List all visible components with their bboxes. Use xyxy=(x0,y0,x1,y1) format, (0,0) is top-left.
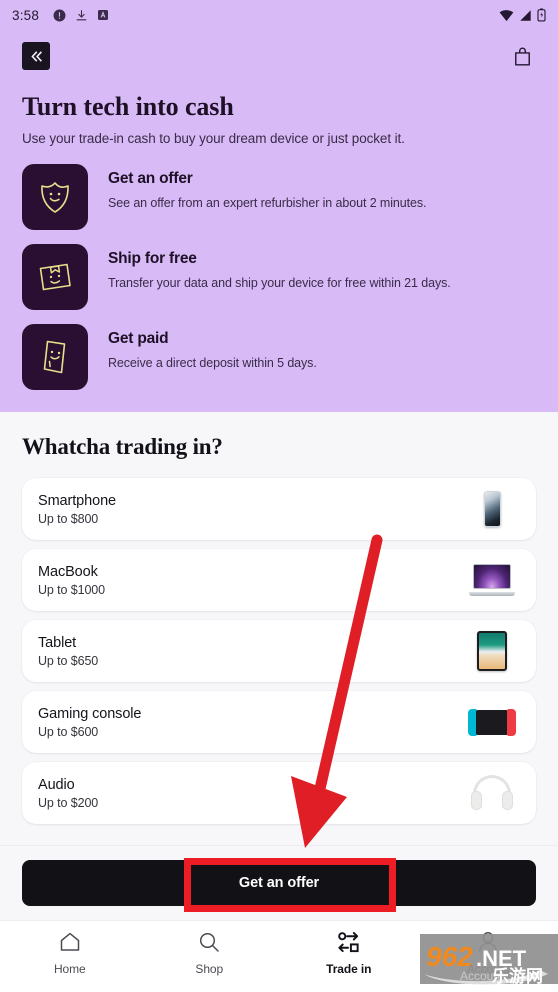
nav-label: Account xyxy=(466,962,510,976)
download-icon xyxy=(75,9,88,22)
feature-list: Get an offer See an offer from an expert… xyxy=(22,164,536,390)
item-price: Up to $1000 xyxy=(38,582,106,597)
item-name: Gaming console xyxy=(38,705,142,722)
double-chevron-left-icon xyxy=(30,50,42,62)
feature-title: Get paid xyxy=(108,330,169,347)
trade-in-item-tablet[interactable]: Tablet Up to $650 xyxy=(22,620,536,682)
status-bar-system-icons xyxy=(499,8,546,22)
feature-row: Get an offer See an offer from an expert… xyxy=(22,164,536,230)
info-icon xyxy=(53,9,66,22)
item-text: Tablet Up to $650 xyxy=(38,635,464,668)
nav-label: Home xyxy=(53,962,86,976)
nav-label: Shop xyxy=(195,962,224,976)
status-bar: 3:58 xyxy=(0,0,558,30)
item-name: Tablet xyxy=(38,634,77,651)
trade-in-section: Whatcha trading in? Smartphone Up to $80… xyxy=(0,412,558,824)
feature-text: Get an offer See an offer from an expert… xyxy=(88,164,426,210)
bottom-navigation: Home Shop Trade in Account xyxy=(0,920,558,992)
item-price: Up to $600 xyxy=(38,724,99,739)
item-text: Audio Up to $200 xyxy=(38,777,464,810)
wifi-icon xyxy=(499,9,514,22)
trade-in-item-audio[interactable]: Audio Up to $200 xyxy=(22,762,536,824)
trade-in-card-list: Smartphone Up to $800 MacBook Up to $100… xyxy=(22,478,536,824)
feature-title: Ship for free xyxy=(108,250,197,267)
feature-row: Get paid Receive a direct deposit within… xyxy=(22,324,536,390)
nav-label: Trade in xyxy=(326,962,372,976)
app-badge-icon xyxy=(97,9,109,21)
item-text: Gaming console Up to $600 xyxy=(38,706,464,739)
shopping-bag-icon xyxy=(514,47,530,66)
item-name: MacBook xyxy=(38,563,98,580)
feature-text: Get paid Receive a direct deposit within… xyxy=(88,324,317,370)
status-bar-notifications xyxy=(53,9,109,22)
nav-item-shop[interactable]: Shop xyxy=(140,930,280,976)
item-price: Up to $200 xyxy=(38,795,99,810)
page-subtitle: Use your trade-in cash to buy your dream… xyxy=(22,131,405,146)
item-price: Up to $800 xyxy=(38,511,99,526)
feature-text: Ship for free Transfer your data and shi… xyxy=(88,244,451,290)
macbook-thumb xyxy=(464,555,520,605)
signal-icon xyxy=(519,9,532,22)
headphones-thumb xyxy=(464,768,520,818)
page-title: Turn tech into cash xyxy=(22,92,234,121)
search-icon xyxy=(200,932,219,952)
hero-toolbar xyxy=(22,38,536,74)
feature-row: Ship for free Transfer your data and shi… xyxy=(22,244,536,310)
app-screen: 3:58 Turn tech into cash Use your trade-… xyxy=(0,0,558,992)
status-bar-time: 3:58 xyxy=(12,7,40,23)
shield-smiley-icon xyxy=(22,164,88,230)
nav-item-home[interactable]: Home xyxy=(0,930,140,976)
item-name: Smartphone xyxy=(38,492,116,509)
home-icon xyxy=(60,932,79,951)
nav-item-trade-in[interactable]: Trade in xyxy=(279,930,419,976)
trade-in-item-smartphone[interactable]: Smartphone Up to $800 xyxy=(22,478,536,540)
feature-description: Transfer your data and ship your device … xyxy=(108,276,451,290)
smartphone-thumb xyxy=(464,484,520,534)
nav-item-account[interactable]: Account xyxy=(419,930,558,976)
item-text: Smartphone Up to $800 xyxy=(38,493,464,526)
gaming-console-thumb xyxy=(464,697,520,747)
get-an-offer-button[interactable]: Get an offer xyxy=(22,860,536,906)
feature-description: See an offer from an expert refurbisher … xyxy=(108,196,427,210)
item-price: Up to $650 xyxy=(38,653,99,668)
swap-icon xyxy=(338,932,359,953)
shopping-bag-button[interactable] xyxy=(508,42,536,70)
back-button[interactable] xyxy=(22,42,50,70)
cta-bar: Get an offer xyxy=(0,845,558,920)
person-icon xyxy=(479,932,498,952)
card-smiley-icon xyxy=(22,324,88,390)
hero-section: Turn tech into cash Use your trade-in ca… xyxy=(0,30,558,412)
feature-description: Receive a direct deposit within 5 days. xyxy=(108,356,317,370)
item-text: MacBook Up to $1000 xyxy=(38,564,464,597)
feature-title: Get an offer xyxy=(108,170,193,187)
battery-icon xyxy=(537,8,546,22)
trade-in-item-macbook[interactable]: MacBook Up to $1000 xyxy=(22,549,536,611)
section-title: Whatcha trading in? xyxy=(22,434,223,459)
trade-in-item-gaming-console[interactable]: Gaming console Up to $600 xyxy=(22,691,536,753)
tablet-thumb xyxy=(464,626,520,676)
item-name: Audio xyxy=(38,776,75,793)
box-smiley-icon xyxy=(22,244,88,310)
